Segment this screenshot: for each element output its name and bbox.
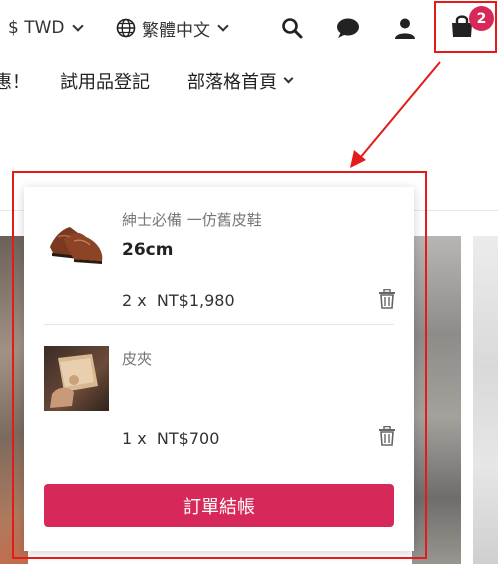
annotation-highlight-dropdown — [12, 171, 427, 559]
chat-icon — [337, 18, 359, 38]
globe-icon — [116, 18, 136, 38]
account-button[interactable] — [392, 15, 418, 41]
language-selector[interactable]: 繁體中文 — [116, 14, 229, 42]
nav-item-label: 惠！ — [0, 72, 30, 93]
search-button[interactable] — [279, 15, 305, 41]
main-nav: 惠！ 試用品登記 部落格首頁 — [0, 62, 498, 98]
annotation-highlight-cart — [434, 1, 497, 53]
nav-item-promo[interactable]: 惠！ — [0, 68, 30, 94]
currency-selector[interactable]: $ TWD — [8, 14, 84, 42]
nav-item-label: 部落格首頁 — [187, 72, 277, 93]
user-icon — [395, 18, 415, 39]
nav-item-blog-home[interactable]: 部落格首頁 — [187, 68, 294, 94]
search-icon — [282, 18, 303, 39]
top-bar: $ TWD 繁體中文 2 — [0, 0, 498, 58]
chat-button[interactable] — [335, 15, 361, 41]
chevron-down-icon — [217, 19, 229, 32]
currency-label: $ TWD — [8, 18, 65, 38]
language-label: 繁體中文 — [142, 20, 210, 41]
background-banner-image — [473, 236, 498, 564]
chevron-down-icon — [283, 73, 294, 84]
nav-item-label: 試用品登記 — [60, 72, 150, 93]
chevron-down-icon — [71, 19, 84, 32]
nav-item-trial-registration[interactable]: 試用品登記 — [60, 68, 150, 94]
